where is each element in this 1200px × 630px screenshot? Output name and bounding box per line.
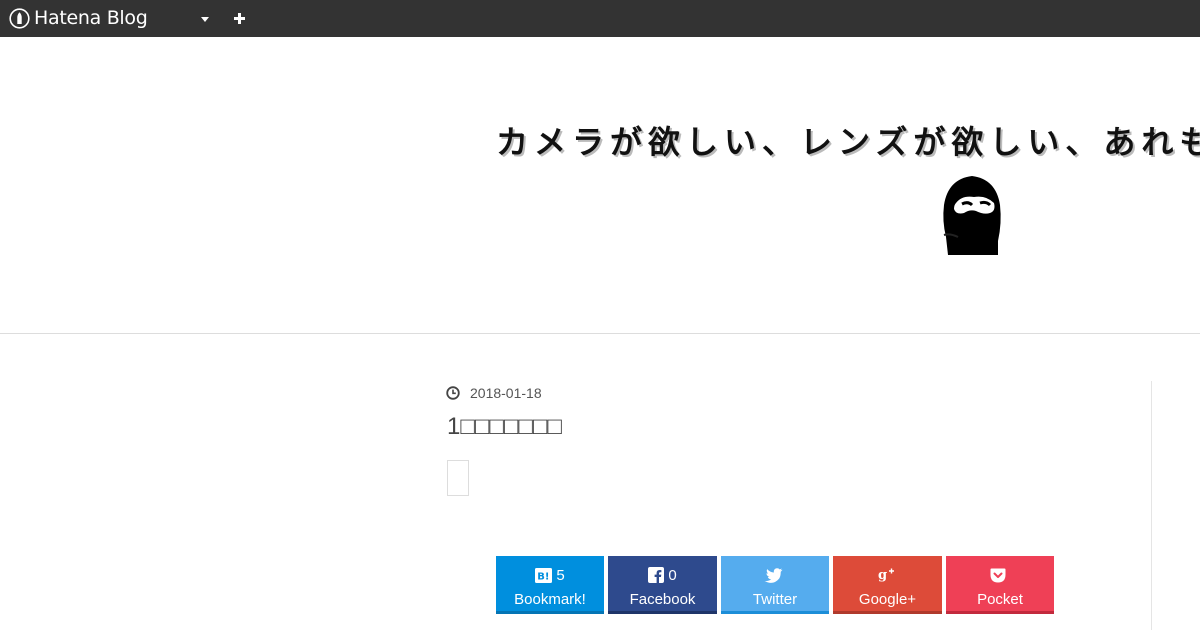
share-twitter-label: Twitter [752, 591, 798, 608]
clock-icon [446, 386, 460, 400]
hatena-blog-home-link[interactable]: Hatena Blog [9, 7, 148, 29]
facebook-count: 0 [668, 566, 677, 584]
brand-label: Hatena Blog [34, 7, 148, 29]
sidebar-divider [1151, 381, 1152, 630]
caret-down-icon [201, 16, 209, 22]
facebook-icon [648, 567, 665, 583]
share-facebook-button[interactable]: 0 Facebook [608, 556, 717, 614]
hatena-bookmark-icon: B! [535, 567, 553, 583]
masked-face-avatar [943, 176, 1001, 255]
share-hatena-bookmark-button[interactable]: B! 5 Bookmark! [496, 556, 604, 614]
share-facebook-label: Facebook [629, 591, 696, 608]
article-date-link[interactable]: 2018-01-18 [446, 384, 542, 402]
twitter-icon [764, 567, 782, 583]
share-pocket-button[interactable]: Pocket [946, 556, 1054, 614]
svg-text:g: g [878, 568, 887, 583]
share-twitter-button[interactable]: Twitter [721, 556, 829, 614]
share-pocket-label: Pocket [977, 591, 1023, 608]
hatena-pen-icon [9, 7, 30, 29]
plus-icon [233, 12, 245, 24]
share-google-plus-label: Google+ [858, 591, 917, 608]
blog-header: カメラが欲しい、レンズが欲しい、あれも [0, 37, 1200, 334]
article-title[interactable]: 1□□□□□□□ [447, 413, 562, 441]
add-button[interactable] [230, 9, 248, 27]
svg-text:B!: B! [538, 571, 550, 582]
google-plus-icon: g [878, 568, 894, 583]
top-navigation-bar: Hatena Blog [0, 0, 1200, 37]
article-date: 2018-01-18 [470, 385, 542, 401]
blog-title[interactable]: カメラが欲しい、レンズが欲しい、あれも [496, 117, 1200, 163]
pocket-icon [990, 568, 1006, 582]
share-bookmark-label: Bookmark! [514, 591, 586, 608]
embedded-content-placeholder [447, 460, 469, 496]
user-menu-dropdown[interactable] [196, 10, 214, 28]
bookmark-count: 5 [556, 566, 565, 584]
share-google-plus-button[interactable]: g Google+ [833, 556, 942, 614]
